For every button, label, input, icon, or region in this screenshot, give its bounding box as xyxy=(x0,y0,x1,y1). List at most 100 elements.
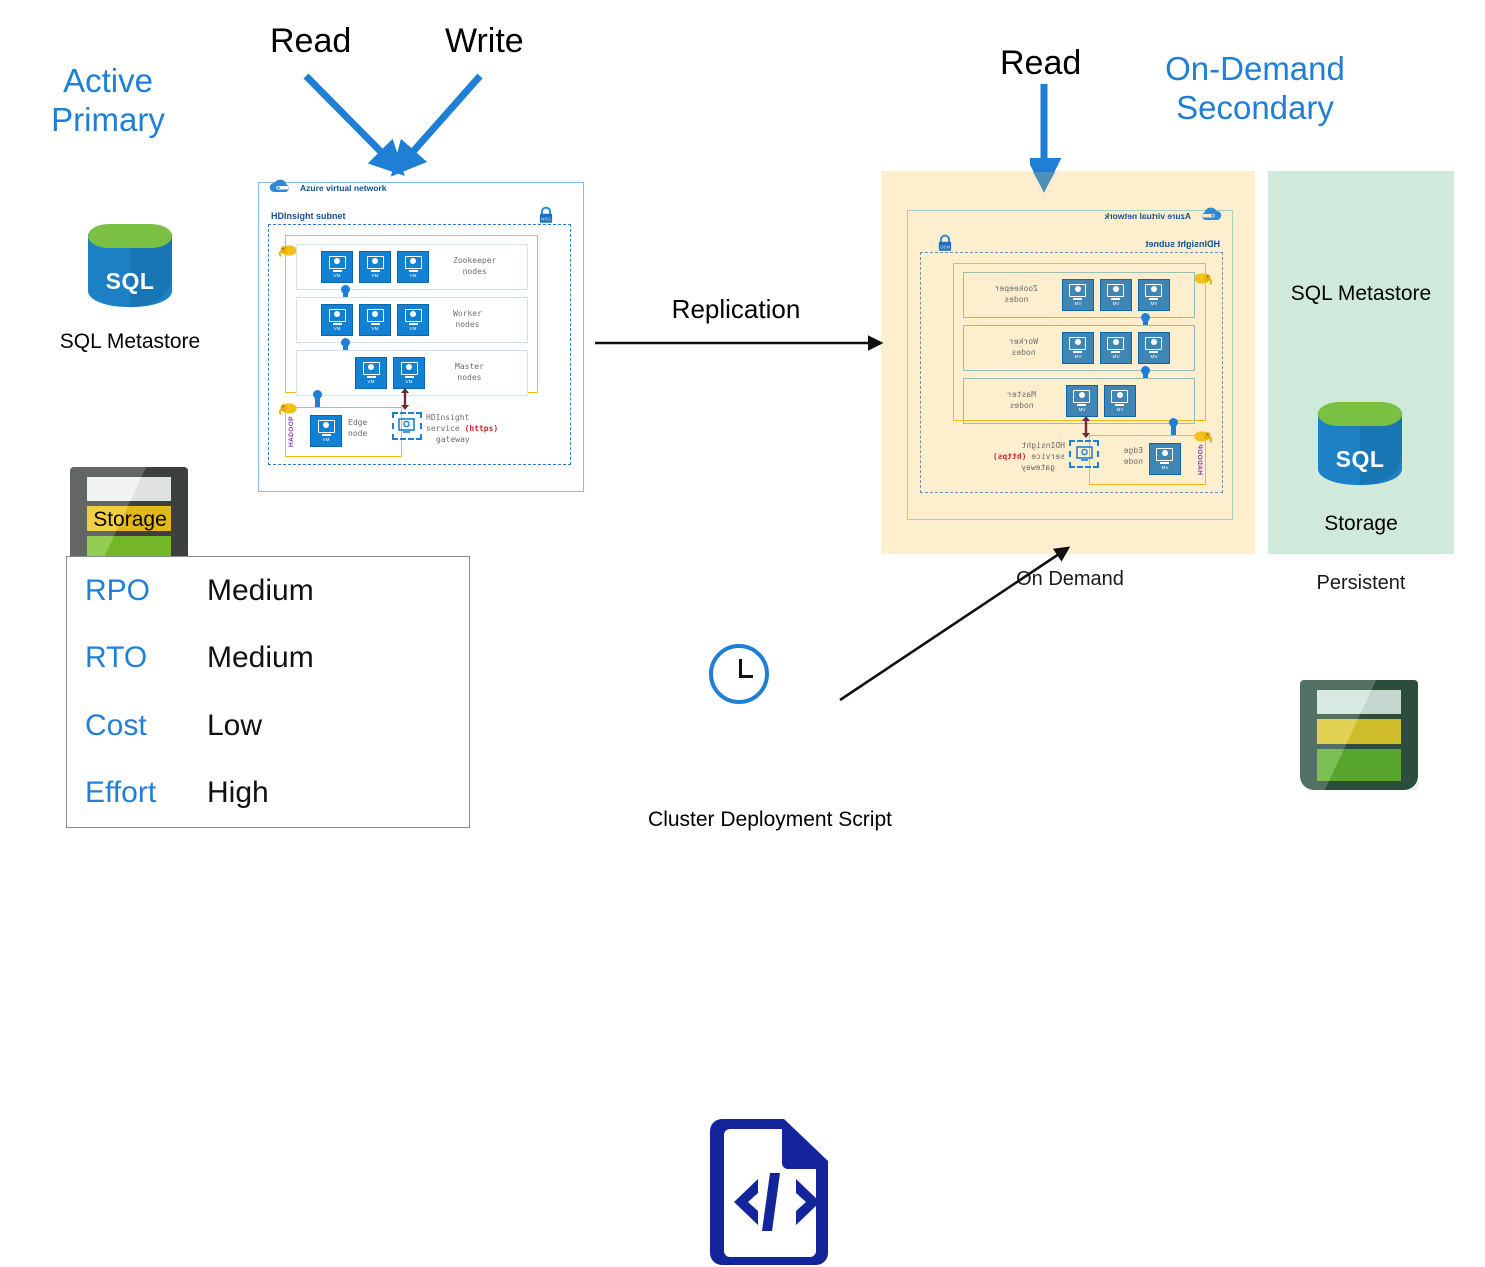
zookeeper-vm-2: VM xyxy=(359,251,391,283)
metric-value-rto: Medium xyxy=(207,641,314,675)
metric-value-cost: Low xyxy=(207,708,263,742)
azure-vnet-label-secondary: Azure virtual network xyxy=(1104,211,1191,221)
metric-key-rto: RTO xyxy=(85,641,148,675)
table-row: Effort High xyxy=(67,760,469,828)
active-primary-line2: Primary xyxy=(51,100,165,138)
hadoop-elephant-icon-edge xyxy=(278,403,297,415)
worker-nodes-label: Worker nodes xyxy=(453,309,482,329)
worker-vm-1: VM xyxy=(321,304,353,336)
write-label-primary: Write xyxy=(445,22,524,60)
worker-vm-3: VM xyxy=(397,304,429,336)
active-primary-line1: Active xyxy=(63,62,153,99)
azure-cloud-icon-secondary xyxy=(1202,207,1222,220)
edge-node-vm: VM xyxy=(310,415,342,447)
zookeeper-vm-3-secondary: VM xyxy=(1062,279,1094,311)
gateway-https: (https) xyxy=(464,423,499,433)
master-edge-connector-secondary xyxy=(1169,418,1178,435)
master-vm-2: VM xyxy=(393,357,425,389)
azure-vnet-label: Azure virtual network xyxy=(300,183,387,193)
hdinsight-gateway-label: HDInsight service (https) gateway xyxy=(426,413,498,445)
zookeeper-node-row-secondary: VM VM VM Zookeeper nodes xyxy=(963,272,1195,318)
sql-metastore-icon-secondary: SQL xyxy=(1318,402,1402,498)
table-row: RPO Medium xyxy=(67,557,469,625)
script-to-secondary-arrow xyxy=(839,546,1071,702)
replication-label: Replication xyxy=(671,294,801,324)
zookeeper-node-row-primary: VM VM VM Zookeeper nodes xyxy=(296,244,528,290)
svg-text:NSG: NSG xyxy=(940,244,950,249)
azure-cloud-icon xyxy=(269,179,289,192)
hdinsight-subnet-label: HDInsight subnet xyxy=(271,211,346,221)
gateway-line2: service (https) xyxy=(426,423,499,433)
hadoop-vertical-label-secondary: HADOOP xyxy=(1196,444,1203,475)
zookeeper-vm-3: VM xyxy=(397,251,429,283)
sql-icon-text: SQL xyxy=(105,268,155,295)
edge-node-box-primary xyxy=(285,407,402,457)
read-arrow-primary xyxy=(303,73,405,176)
code-document-icon xyxy=(710,1119,828,1265)
table-row: Cost Low xyxy=(67,692,469,760)
sql-icon-text-secondary: SQL xyxy=(1335,446,1385,473)
primary-hdinsight-cluster: Azure virtual network HDInsight subnet N… xyxy=(258,179,584,492)
cluster-deployment-script-label: Cluster Deployment Script xyxy=(648,808,892,831)
read-label-secondary: Read xyxy=(1000,44,1082,82)
worker-vm-2-secondary: VM xyxy=(1100,332,1132,364)
master-nodes-label: Master nodes xyxy=(455,362,484,382)
edge-node-vm-secondary: VM xyxy=(1149,443,1181,475)
hadoop-elephant-icon-edge-secondary xyxy=(1194,431,1213,443)
zookeeper-nodes-label: Zookeeper nodes xyxy=(453,256,497,276)
gateway-line1: HDInsight xyxy=(426,413,470,422)
page-title-active-primary: Active Primary xyxy=(18,62,198,140)
write-arrow-primary xyxy=(390,73,483,177)
storage-label-secondary: Storage xyxy=(1324,512,1398,535)
hdinsight-gateway-label-secondary: HDInsight service (https) gateway xyxy=(992,441,1065,472)
master-vm-2-secondary: VM xyxy=(1066,385,1098,417)
sql-metastore-label-secondary: SQL Metastore xyxy=(1290,282,1432,305)
metrics-table: RPO Medium RTO Medium Cost Low Effort Hi… xyxy=(66,556,470,828)
worker-vm-2: VM xyxy=(359,304,391,336)
persistent-caption: Persistent xyxy=(1316,572,1406,594)
zookeeper-worker-connector-secondary xyxy=(1141,313,1150,325)
metric-value-effort: High xyxy=(207,776,269,810)
nsg-lock-icon-secondary: NSG xyxy=(938,234,952,251)
worker-nodes-label-secondary: Worker nodes xyxy=(1009,337,1038,357)
master-node-row-primary: VM VM Master nodes xyxy=(296,350,528,396)
hadoop-vertical-label: HADOOP xyxy=(288,416,295,447)
edge-node-label: Edge node xyxy=(348,418,368,438)
zookeeper-vm-2-secondary: VM xyxy=(1100,279,1132,311)
sql-metastore-icon-primary: SQL xyxy=(88,224,172,320)
storage-icon-secondary xyxy=(1300,680,1418,790)
master-nodes-label-secondary: Master nodes xyxy=(1007,390,1036,410)
master-node-row-secondary: VM VM Master nodes xyxy=(963,378,1195,424)
master-edge-connector xyxy=(313,390,322,407)
secondary-hdinsight-cluster: Azure virtual network HDInsight subnet N… xyxy=(907,207,1233,520)
read-label-primary: Read xyxy=(270,22,352,60)
zookeeper-worker-connector xyxy=(341,285,350,297)
edge-node-label-secondary: Edge node xyxy=(1123,446,1143,466)
metric-key-rpo: RPO xyxy=(85,573,151,607)
hdinsight-gateway-icon-secondary xyxy=(1069,440,1099,468)
page-title-on-demand-secondary: On-Demand Secondary xyxy=(1130,50,1380,128)
storage-label-primary: Storage xyxy=(93,508,167,531)
read-arrow-secondary xyxy=(1030,84,1062,193)
worker-vm-3-secondary: VM xyxy=(1062,332,1094,364)
master-vm-1: VM xyxy=(355,357,387,389)
hdinsight-subnet-label-secondary: HDInsight subnet xyxy=(1145,239,1221,249)
worker-node-row-primary: VM VM VM Worker nodes xyxy=(296,297,528,343)
sql-metastore-label-primary: SQL Metastore xyxy=(59,330,201,353)
table-row: RTO Medium xyxy=(67,625,469,693)
worker-master-connector xyxy=(341,338,350,350)
worker-vm-1-secondary: VM xyxy=(1138,332,1170,364)
replication-arrow xyxy=(595,335,884,351)
hdinsight-gateway-icon xyxy=(392,412,422,440)
metric-key-cost: Cost xyxy=(85,708,147,742)
zookeeper-nodes-label-secondary: Zookeeper nodes xyxy=(994,284,1038,304)
zookeeper-vm-1-secondary: VM xyxy=(1138,279,1170,311)
svg-text:NSG: NSG xyxy=(541,216,551,221)
worker-master-connector-secondary xyxy=(1141,366,1150,378)
master-vm-1-secondary: VM xyxy=(1104,385,1136,417)
clock-icon xyxy=(709,644,769,704)
secondary-line2: Secondary xyxy=(1176,88,1334,126)
metric-key-effort: Effort xyxy=(85,776,157,810)
worker-node-row-secondary: VM VM VM Worker nodes xyxy=(963,325,1195,371)
metric-value-rpo: Medium xyxy=(207,573,314,607)
